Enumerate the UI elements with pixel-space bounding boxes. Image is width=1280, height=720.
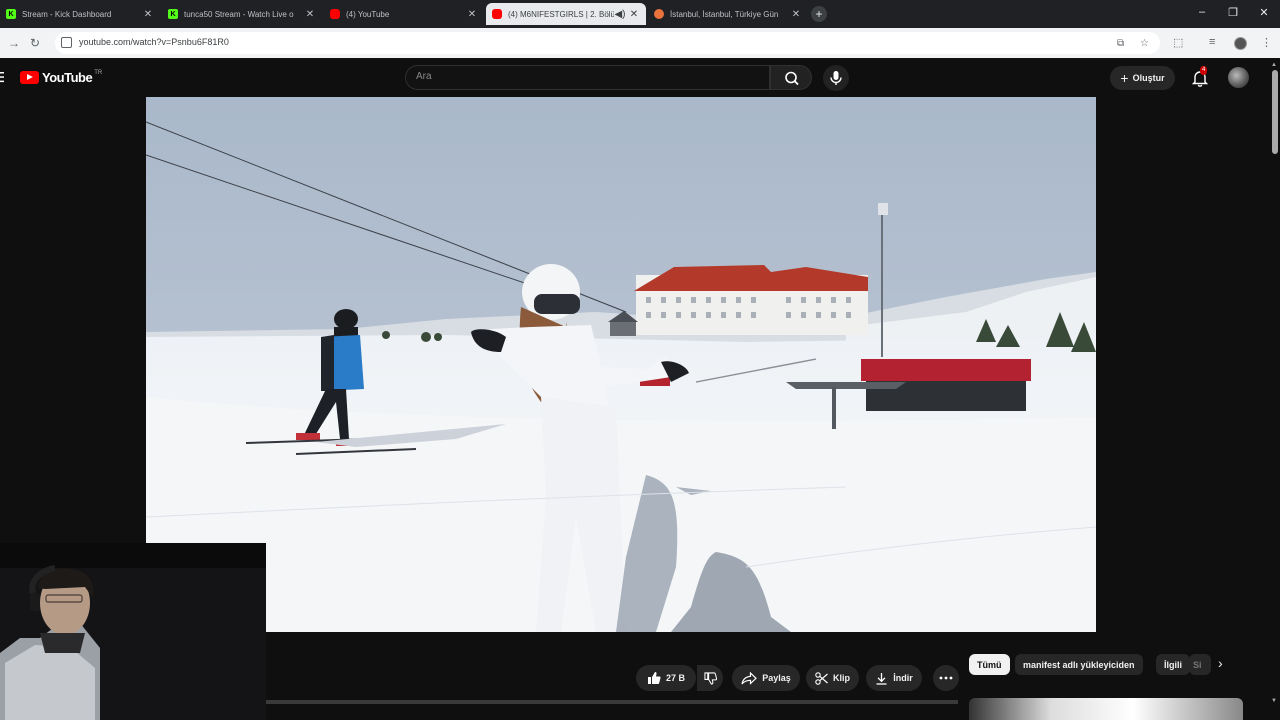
close-tab-icon[interactable]: ✕ [466,9,478,20]
browser-tab[interactable]: K tunca50 Stream - Watch Live o ✕ [162,3,322,25]
download-label: İndir [893,673,913,683]
clip-button[interactable]: Klip [806,665,859,691]
youtube-icon [492,9,502,19]
notification-badge: 4 [1200,66,1208,75]
tab-title: (4) YouTube [346,9,390,19]
youtube-play-icon [20,71,39,84]
plus-icon: + [1120,70,1129,86]
page-scrollbar[interactable]: ▲ ▼ [1270,60,1280,720]
create-button[interactable]: + Oluştur [1110,66,1175,90]
youtube-header: YouTube TR + Oluştur 4 [0,58,1280,96]
microphone-icon [830,71,842,85]
account-avatar[interactable] [1228,67,1249,88]
share-label: Paylaş [762,673,791,683]
kick-icon: K [168,9,178,19]
omnibox[interactable]: youtube.com/watch?v=Psnbu6F81R0 ⧉ ☆ [55,32,1160,54]
thumbs-down-icon [703,671,717,685]
new-tab-button[interactable]: + [811,6,827,22]
url-text[interactable]: youtube.com/watch?v=Psnbu6F81R0 [79,37,229,47]
streamer-webcam-image [0,543,266,720]
address-bar: → ↻ youtube.com/watch?v=Psnbu6F81R0 ⧉ ☆ … [0,28,1280,58]
chip-all[interactable]: Tümü [969,654,1010,675]
download-button[interactable]: İndir [866,665,922,691]
scrollbar-thumb[interactable] [1272,70,1278,154]
download-icon [876,672,887,685]
webcam-overlay [0,543,266,720]
speaker-icon[interactable]: ◀) [614,9,626,20]
tab-title: (4) M6NIFESTGIRLS | 2. Bölü [508,9,614,19]
browser-tab[interactable]: K Stream - Kick Dashboard ✕ [0,3,160,25]
tab-title: İstanbul, İstanbul, Türkiye Gün [670,9,779,19]
youtube-logo[interactable]: YouTube TR [20,70,102,85]
dislike-button[interactable] [697,665,723,691]
chip-from-uploader[interactable]: manifest adlı yükleyiciden [1015,654,1143,675]
share-icon [741,671,758,685]
minimize-icon[interactable]: – [1192,6,1212,18]
tab-title: Stream - Kick Dashboard [22,9,112,19]
chevron-right-icon[interactable]: › [1218,655,1223,671]
reload-icon[interactable]: ↻ [30,36,40,50]
video-progress-area[interactable] [266,700,958,704]
search-box [405,65,770,90]
restore-icon[interactable]: ❐ [1223,6,1243,19]
notifications-button[interactable]: 4 [1190,66,1210,88]
tab-title: tunca50 Stream - Watch Live o [184,9,294,19]
scroll-down-icon[interactable]: ▼ [1271,698,1277,704]
more-actions-button[interactable] [933,665,959,691]
forward-icon[interactable]: → [8,36,20,50]
video-frame [146,97,1096,632]
close-tab-icon[interactable]: ✕ [304,9,316,20]
close-window-icon[interactable]: ✕ [1254,6,1274,19]
close-tab-icon[interactable]: ✕ [790,9,802,20]
close-tab-icon[interactable]: ✕ [142,9,154,20]
search-input[interactable] [416,71,756,82]
thumbs-up-icon [647,672,661,684]
extensions-icon[interactable]: ⬚ [1173,36,1183,49]
install-app-icon[interactable]: ⧉ [1117,38,1124,49]
chip-partial[interactable]: Si [1189,654,1211,675]
voice-search-button[interactable] [823,65,849,91]
youtube-wordmark: YouTube [42,70,93,85]
recommended-video-thumbnail[interactable] [969,698,1243,720]
search-icon [785,71,799,86]
country-code: TR [94,70,103,76]
clip-label: Klip [833,673,850,683]
create-label: Oluştur [1132,73,1165,83]
browser-tab-active[interactable]: (4) M6NIFESTGIRLS | 2. Bölü ◀) ✕ [486,3,646,25]
youtube-icon [330,9,340,19]
media-control-icon[interactable]: ≡ [1209,36,1215,48]
close-tab-icon[interactable]: ✕ [628,9,640,20]
more-horizontal-icon [939,676,953,680]
scroll-up-icon[interactable]: ▲ [1271,62,1277,68]
share-button[interactable]: Paylaş [732,665,800,691]
chip-related[interactable]: İlgili [1156,654,1190,675]
like-count: 27 B [665,673,685,683]
browser-tab-strip: K Stream - Kick Dashboard ✕ K tunca50 St… [0,0,1280,28]
weather-icon [654,9,664,19]
scissors-icon [815,671,828,685]
search-button[interactable] [770,65,812,90]
video-player[interactable] [146,97,1096,632]
like-button[interactable]: 27 B [636,665,696,691]
menu-kebab-icon[interactable]: ⋮ [1261,36,1272,49]
browser-tab[interactable]: İstanbul, İstanbul, Türkiye Gün ✕ [648,3,808,25]
kick-icon: K [6,9,16,19]
bookmark-star-icon[interactable]: ☆ [1140,38,1149,49]
browser-profile-avatar[interactable] [1234,37,1247,50]
hamburger-menu-icon[interactable] [0,71,4,83]
site-info-icon[interactable] [61,37,72,48]
browser-tab[interactable]: (4) YouTube ✕ [324,3,484,25]
